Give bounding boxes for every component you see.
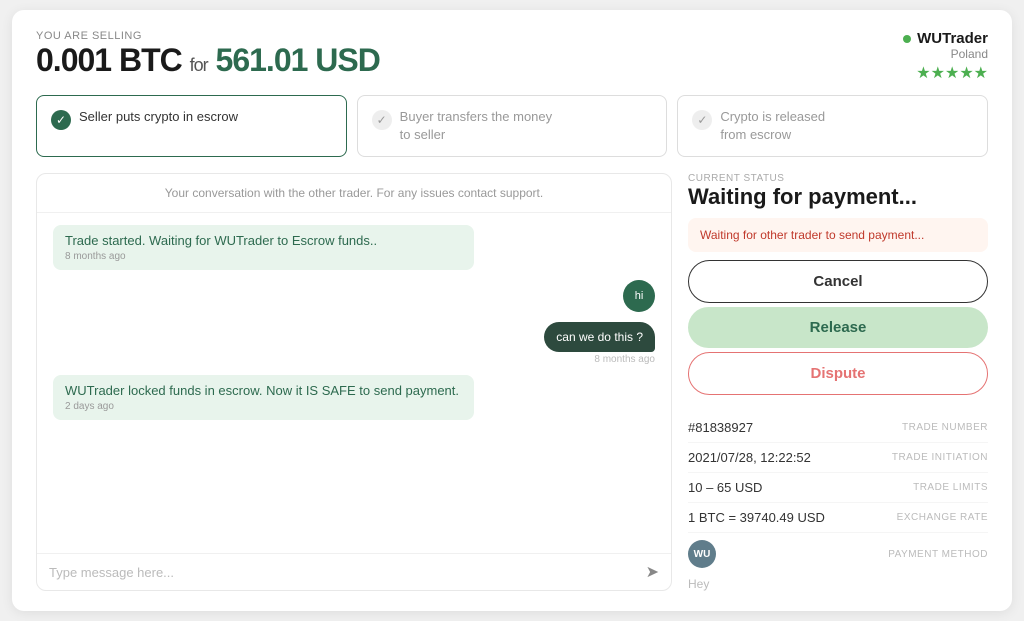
main-container: You are selling 0.001 BTC for 561.01 USD… — [12, 10, 1012, 611]
trade-initiation-value: 2021/07/28, 12:22:52 — [688, 450, 811, 465]
cancel-button[interactable]: Cancel — [688, 260, 988, 303]
steps-bar: ✓ Seller puts crypto in escrow ✓ Buyer t… — [36, 95, 988, 157]
list-item: Trade started. Waiting for WUTrader to E… — [53, 225, 655, 270]
top-bar: You are selling 0.001 BTC for 561.01 USD… — [36, 30, 988, 83]
step-2-text: Buyer transfers the money to seller — [400, 108, 552, 144]
trader-name: WUTrader — [903, 30, 988, 47]
for-text: for — [190, 55, 208, 75]
status-title: Waiting for payment... — [688, 184, 988, 210]
selling-label: You are selling — [36, 30, 380, 42]
chat-messages: Trade started. Waiting for WUTrader to E… — [37, 213, 671, 553]
trader-info: WUTrader Poland ★★★★★ — [903, 30, 988, 83]
chat-panel: Your conversation with the other trader.… — [36, 173, 672, 591]
step-1-text: Seller puts crypto in escrow — [79, 108, 238, 126]
online-dot — [903, 35, 911, 43]
hey-text: Hey — [688, 577, 988, 591]
system-message-1: Trade started. Waiting for WUTrader to E… — [53, 225, 474, 270]
status-info-box: Waiting for other trader to send payment… — [688, 218, 988, 252]
table-row: #81838927 TRADE NUMBER — [688, 413, 988, 443]
step-3-text: Crypto is released from escrow — [720, 108, 825, 144]
trader-country: Poland — [903, 47, 988, 61]
dispute-button[interactable]: Dispute — [688, 352, 988, 395]
step-1: ✓ Seller puts crypto in escrow — [36, 95, 347, 157]
step-2: ✓ Buyer transfers the money to seller — [357, 95, 668, 157]
trade-number-value: #81838927 — [688, 420, 753, 435]
status-section: CURRENT STATUS Waiting for payment... Wa… — [688, 173, 988, 399]
trade-limits-value: 10 – 65 USD — [688, 480, 762, 495]
list-item: WUTrader locked funds in escrow. Now it … — [53, 375, 655, 420]
table-row: 10 – 65 USD TRADE LIMITS — [688, 473, 988, 503]
hi-bubble: hi — [623, 280, 655, 312]
chat-input-area: ➤ — [37, 553, 671, 590]
release-button[interactable]: Release — [688, 307, 988, 348]
trader-stars: ★★★★★ — [903, 63, 988, 83]
payment-method-row: WU PAYMENT METHOD — [688, 533, 988, 575]
btc-amount: 0.001 BTC — [36, 42, 182, 78]
table-row: 2021/07/28, 12:22:52 TRADE INITIATION — [688, 443, 988, 473]
exchange-rate-value: 1 BTC = 39740.49 USD — [688, 510, 825, 525]
send-button[interactable]: ➤ — [646, 562, 659, 582]
step-3: ✓ Crypto is released from escrow — [677, 95, 988, 157]
trade-number-key: TRADE NUMBER — [902, 422, 988, 433]
main-area: Your conversation with the other trader.… — [36, 173, 988, 591]
selling-amount: 0.001 BTC for 561.01 USD — [36, 42, 380, 79]
user-message: can we do this ? — [544, 322, 655, 352]
chat-input[interactable] — [49, 565, 638, 580]
right-panel: CURRENT STATUS Waiting for payment... Wa… — [688, 173, 988, 591]
user-msg-time: 8 months ago — [594, 354, 655, 365]
payment-method-key: PAYMENT METHOD — [888, 549, 988, 560]
trade-limits-key: TRADE LIMITS — [913, 482, 988, 493]
selling-info: You are selling 0.001 BTC for 561.01 USD — [36, 30, 380, 79]
trade-details: #81838927 TRADE NUMBER 2021/07/28, 12:22… — [688, 413, 988, 591]
status-label: CURRENT STATUS — [688, 173, 988, 184]
step-3-icon: ✓ — [692, 110, 712, 130]
system-message-2: WUTrader locked funds in escrow. Now it … — [53, 375, 474, 420]
table-row: 1 BTC = 39740.49 USD EXCHANGE RATE — [688, 503, 988, 533]
step-2-icon: ✓ — [372, 110, 392, 130]
chat-header: Your conversation with the other trader.… — [37, 174, 671, 213]
list-item: can we do this ? 8 months ago — [53, 322, 655, 365]
step-1-icon: ✓ — [51, 110, 71, 130]
usd-amount: 561.01 USD — [216, 42, 380, 78]
list-item: hi — [53, 280, 655, 312]
trade-initiation-key: TRADE INITIATION — [892, 452, 988, 463]
payment-method-icon: WU — [688, 540, 716, 568]
exchange-rate-key: EXCHANGE RATE — [897, 512, 988, 523]
